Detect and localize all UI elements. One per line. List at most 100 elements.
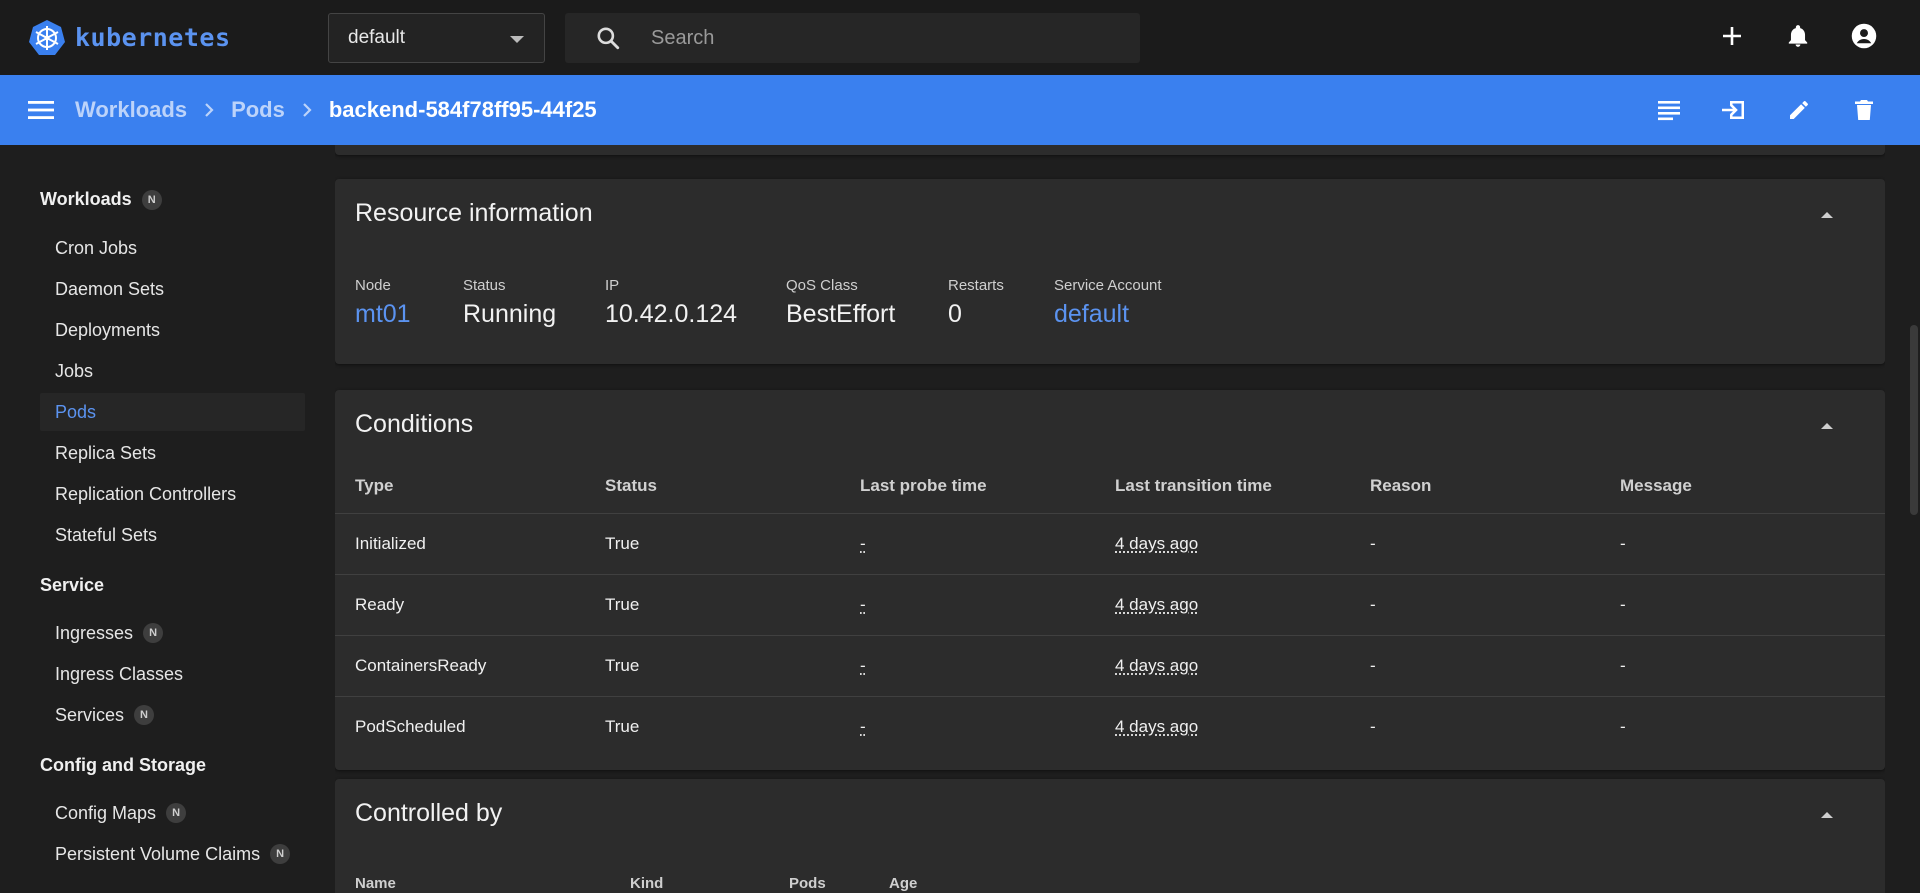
logs-icon [1658,101,1680,121]
sidebar-item-ingress-classes[interactable]: Ingress Classes [40,655,305,693]
column-header[interactable]: Last transition time [1095,460,1350,513]
sidebar-item-deployments[interactable]: Deployments [40,311,305,349]
exec-button[interactable] [1718,94,1750,126]
main-content: Resource information Node mt01 Status Ru… [335,145,1885,893]
scrollbar-thumb[interactable] [1910,325,1918,515]
field-node: Node mt01 [355,277,411,329]
table-header-row: Type Status Last probe time Last transit… [335,460,1885,513]
collapse-card-button[interactable] [1815,803,1839,827]
column-header[interactable]: Kind [630,875,663,892]
column-header[interactable]: Status [585,460,840,513]
column-header[interactable]: Pods [789,875,826,892]
chevron-right-icon [197,98,221,122]
pencil-icon [1790,101,1808,119]
breadcrumb: Workloads Pods backend-584f78ff95-44f25 [75,97,597,123]
new-badge: N [141,189,162,210]
sidebar-item-persistent-volume-claims[interactable]: Persistent Volume Claims N [40,835,305,873]
triangle-up-icon [1821,812,1833,818]
sidebar-item-replication-controllers[interactable]: Replication Controllers [40,475,305,513]
field-restarts: Restarts 0 [948,277,1004,328]
sidebar-group-label: Service [40,575,105,595]
probe-time[interactable]: - [860,717,866,736]
field-service-account: Service Account default [1054,277,1162,329]
sidebar-item-daemon-sets[interactable]: Daemon Sets [40,270,305,308]
bell-icon [1788,25,1808,47]
create-button[interactable] [1716,20,1748,52]
previous-card [335,145,1885,155]
collapse-card-button[interactable] [1815,203,1839,227]
menu-button[interactable] [27,96,55,124]
sidebar-item-ingresses[interactable]: Ingresses N [40,614,305,652]
triangle-up-icon [1821,423,1833,429]
new-badge: N [143,623,164,643]
controlled-by-header-row: Name Kind Pods Age [355,875,1855,893]
kubernetes-logo-icon [29,19,65,55]
field-ip: IP 10.42.0.124 [605,277,738,328]
delete-button[interactable] [1848,94,1880,126]
account-circle-icon [1851,23,1877,49]
namespace-select[interactable]: default [328,13,545,63]
column-header[interactable]: Reason [1350,460,1600,513]
namespace-value: default [348,27,406,48]
table-row: ContainersReady True - 4 days ago - - [335,634,1885,696]
probe-time[interactable]: - [860,595,866,614]
table-row: PodScheduled True - 4 days ago - - [335,695,1885,757]
logs-button[interactable] [1653,94,1685,126]
breadcrumb-workloads[interactable]: Workloads [75,97,187,123]
transition-time[interactable]: 4 days ago [1115,717,1198,736]
user-menu-button[interactable] [1848,20,1880,52]
sidebar-item-services[interactable]: Services N [40,696,305,734]
probe-time[interactable]: - [860,656,866,675]
resource-information-card: Resource information Node mt01 Status Ru… [335,179,1885,364]
new-badge: N [134,705,155,725]
column-header[interactable]: Message [1600,460,1885,513]
column-header[interactable]: Last probe time [840,460,1095,513]
controlled-by-card: Controlled by Name Kind Pods Age [335,779,1885,893]
column-header[interactable]: Type [335,460,585,513]
logo[interactable]: kubernetes [27,18,327,58]
sidebar-item-stateful-sets[interactable]: Stateful Sets [40,516,305,554]
field-qos-class: QoS Class BestEffort [786,277,896,328]
service-account-link[interactable]: default [1054,300,1162,329]
page-header: Workloads Pods backend-584f78ff95-44f25 [0,75,1920,145]
search-bar[interactable] [565,13,1140,63]
sidebar-item-pods[interactable]: Pods [40,393,305,431]
search-icon [597,27,620,50]
sidebar-group-config-storage[interactable]: Config and Storage [40,755,206,776]
new-badge: N [270,844,291,864]
breadcrumb-pods[interactable]: Pods [231,97,285,123]
field-status: Status Running [463,277,557,328]
search-input[interactable] [651,26,1091,50]
table-row: Ready True - 4 days ago - - [335,573,1885,635]
top-bar: kubernetes default [0,0,1920,75]
table-row: Initialized True - 4 days ago - - [335,512,1885,574]
hamburger-menu-icon [28,101,54,119]
sidebar-item-replica-sets[interactable]: Replica Sets [40,434,305,472]
column-header[interactable]: Name [355,875,396,892]
chevron-right-icon [295,98,319,122]
node-link[interactable]: mt01 [355,300,411,329]
sidebar-item-cron-jobs[interactable]: Cron Jobs [40,229,305,267]
caret-down-icon [510,36,524,43]
sidebar-group-label: Workloads [40,189,132,209]
card-title: Conditions [355,410,474,438]
sidebar-group-service[interactable]: Service [40,575,104,596]
new-badge: N [166,803,187,823]
page-scrollbar[interactable] [1908,145,1920,893]
transition-time[interactable]: 4 days ago [1115,534,1198,553]
triangle-up-icon [1821,212,1833,218]
edit-button[interactable] [1783,94,1815,126]
sidebar-group-workloads[interactable]: Workloads N [40,189,162,210]
sidebar: Workloads N Cron Jobs Daemon Sets Deploy… [0,145,320,893]
sidebar-item-config-maps[interactable]: Config Maps N [40,794,305,832]
breadcrumb-current: backend-584f78ff95-44f25 [328,97,597,122]
probe-time[interactable]: - [860,534,866,553]
notifications-button[interactable] [1782,20,1814,52]
column-header[interactable]: Age [889,875,917,892]
card-title: Resource information [355,199,593,227]
transition-time[interactable]: 4 days ago [1115,595,1198,614]
sidebar-item-jobs[interactable]: Jobs [40,352,305,390]
logo-text: kubernetes [75,23,231,52]
transition-time[interactable]: 4 days ago [1115,656,1198,675]
collapse-card-button[interactable] [1815,414,1839,438]
